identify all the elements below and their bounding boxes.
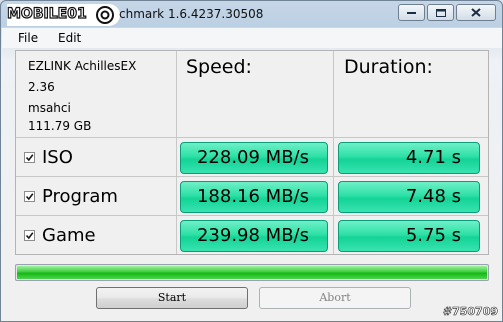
iso-duration-result: 4.71 s [338,142,480,174]
grid-divider [16,137,488,138]
program-checkbox[interactable] [24,191,35,202]
test-row-iso: ISO [24,147,73,168]
game-duration-result: 5.75 s [338,220,480,252]
window-title: chmark 1.6.4237.30508 [119,7,264,21]
title-bar[interactable]: MOBILE01 chmark 1.6.4237.30508 [1,1,502,28]
program-speed-value: 188.16 MB/s [196,186,309,207]
checkmark-icon [25,232,34,240]
checkmark-icon [25,154,34,162]
game-duration-value: 5.75 s [405,225,461,246]
window-controls [398,4,496,21]
iso-duration-value: 4.71 s [405,147,461,168]
game-checkbox[interactable] [24,230,35,241]
device-name: EZLINK AchillesEX [28,59,137,73]
checkmark-icon [25,193,34,201]
progress-bar [15,264,489,281]
menu-edit[interactable]: Edit [58,31,81,45]
program-duration-result: 7.48 s [338,181,480,213]
grid-divider [16,215,488,216]
duration-header: Duration: [344,56,433,78]
mobile01-logo: MOBILE01 [6,4,120,26]
watermark-text: #750709 [442,305,499,319]
test-row-game: Game [24,225,96,246]
close-button[interactable] [456,4,496,21]
game-speed-result: 239.98 MB/s [180,220,328,252]
maximize-button[interactable] [427,4,454,21]
progress-fill [17,266,487,279]
speed-header: Speed: [186,56,252,78]
iso-checkbox[interactable] [24,152,35,163]
program-speed-result: 188.16 MB/s [180,181,328,213]
logo-swirl-icon [96,6,114,24]
program-duration-value: 7.48 s [405,186,461,207]
logo-text: MOBILE01 [6,5,87,22]
maximize-icon [435,8,446,17]
minimize-icon [407,11,416,14]
game-label: Game [42,225,96,246]
iso-label: ISO [42,147,73,168]
grid-divider [16,176,488,177]
test-row-program: Program [24,186,118,207]
start-button[interactable]: Start [96,287,248,309]
device-driver: msahci [28,101,71,115]
close-icon [471,8,481,17]
iso-speed-value: 228.09 MB/s [196,147,309,168]
game-speed-value: 239.98 MB/s [196,225,309,246]
minimize-button[interactable] [398,4,425,21]
menu-file[interactable]: File [18,31,38,45]
results-grid: EZLINK AchillesEX 2.36 msahci 111.79 GB … [15,50,489,255]
menu-bar: File Edit [2,28,502,48]
program-label: Program [42,186,118,207]
app-window: MOBILE01 chmark 1.6.4237.30508 File Edit [0,0,503,322]
iso-speed-result: 228.09 MB/s [180,142,328,174]
grid-divider [176,51,177,254]
abort-button[interactable]: Abort [259,287,411,309]
grid-divider [333,51,334,254]
device-capacity: 111.79 GB [28,119,92,133]
device-version: 2.36 [28,80,55,94]
